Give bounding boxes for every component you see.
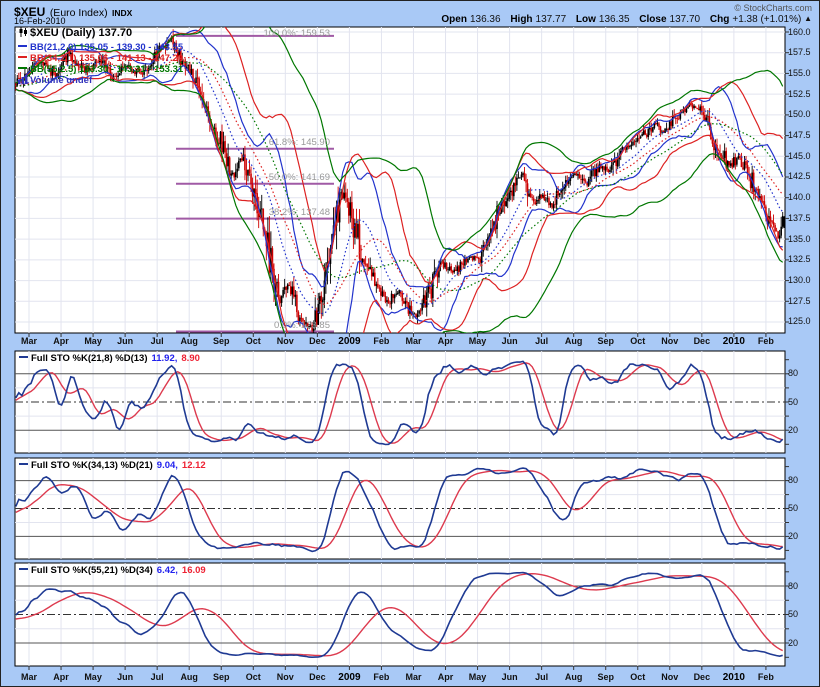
- high-label: High: [510, 14, 532, 25]
- fib-label-100: 100.0%: 159.53: [263, 28, 330, 39]
- stoch-axis-label: 20: [788, 531, 798, 542]
- legend-volume-label: Volume undef: [30, 75, 92, 86]
- line-swatch-icon: [19, 356, 28, 358]
- legend-bb21-label: BB(21,2.0) 135.05 - 139.30 - 143.55: [30, 42, 183, 53]
- y-axis-label: 155.0: [788, 68, 811, 79]
- fib-label-0: 0.0%: 123.85: [274, 320, 330, 331]
- y-axis-label: 130.0: [788, 275, 811, 286]
- low-value: 136.35: [599, 14, 630, 25]
- panel2-name: Full STO %K(34,13) %D(21): [31, 460, 153, 471]
- legend-price-label: $XEU (Daily) 137.70: [30, 27, 132, 39]
- volume-icon: [18, 75, 28, 84]
- legend-item-price: $XEU (Daily) 137.70: [18, 28, 132, 39]
- y-axis-label: 160.0: [788, 27, 811, 38]
- y-axis-label: 150.0: [788, 109, 811, 120]
- stoch-axis-label: 50: [788, 609, 798, 620]
- close-value: 137.70: [670, 14, 701, 25]
- panel1-name: Full STO %K(21,8) %D(13): [31, 353, 148, 364]
- panel1-d-value: 8.90: [181, 353, 200, 364]
- stockcharts-page: $XEU (Euro Index) INDX 16-Feb-2010 © Sto…: [0, 0, 820, 687]
- stoch-axis-label: 80: [788, 475, 798, 486]
- y-axis-label: 142.5: [788, 171, 811, 182]
- quote-bar: Open136.36 High 137.77 Low136.35 Close 137…: [434, 14, 812, 25]
- y-axis-label: 125.0: [788, 316, 811, 327]
- change-value: +1.38 (+1.01%): [732, 14, 801, 25]
- panel1-k-value: 11.92,: [152, 353, 178, 364]
- stoch-axis-label: 50: [788, 503, 798, 514]
- open-label: Open: [441, 14, 467, 25]
- fib-label-38: 38.2%: 137.48: [269, 207, 330, 218]
- y-axis-label: 147.5: [788, 130, 811, 141]
- line-swatch-icon: [18, 56, 27, 58]
- change-label: Chg: [710, 14, 729, 25]
- legend-item-bb34: BB(34,2.1) 135.06 - 141.13 - 147.20: [18, 53, 183, 64]
- open-value: 136.36: [470, 14, 501, 25]
- y-axis-label: 135.0: [788, 234, 811, 245]
- fib-label-50: 50.0%: 141.69: [269, 172, 330, 183]
- chart-date: 16-Feb-2010: [14, 16, 66, 26]
- exchange-tag: INDX: [112, 8, 132, 18]
- legend-bb34-label: BB(34,2.1) 135.06 - 141.13 - 147.20: [30, 53, 183, 64]
- legend-item-volume: Volume undef: [18, 75, 92, 86]
- copyright-link: © StockCharts.com: [734, 3, 812, 13]
- close-label: Close: [639, 14, 666, 25]
- panel2-label: Full STO %K(34,13) %D(21) 9.04, 12.12: [19, 460, 206, 471]
- stoch-axis-label: 80: [788, 368, 798, 379]
- y-axis-label: 137.5: [788, 213, 811, 224]
- low-label: Low: [576, 14, 596, 25]
- legend-item-bb21: BB(21,2.0) 135.05 - 139.30 - 143.55: [18, 42, 183, 53]
- y-axis-label: 127.5: [788, 296, 811, 307]
- y-axis-label: 152.5: [788, 89, 811, 100]
- stoch-axis-label: 50: [788, 397, 798, 408]
- panel3-name: Full STO %K(55,21) %D(34): [31, 565, 153, 576]
- panel1-label: Full STO %K(21,8) %D(13) 11.92,8.90: [19, 353, 200, 364]
- line-swatch-icon: [19, 463, 28, 465]
- high-value: 137.77: [536, 14, 567, 25]
- y-axis-label: 132.5: [788, 254, 811, 265]
- candlestick-icon: [18, 27, 28, 37]
- line-swatch-icon: [18, 45, 27, 47]
- panel2-d-value: 12.12: [182, 460, 206, 471]
- stoch-axis-label: 80: [788, 581, 798, 592]
- stoch-axis-label: 20: [788, 638, 798, 649]
- panel2-k-value: 9.04,: [157, 460, 178, 471]
- x-axis-label: Feb: [744, 336, 788, 347]
- y-axis-label: 140.0: [788, 192, 811, 203]
- legend-item-bb55: BB(55,2.5) 133.30 - 143.31 - 153.31: [18, 64, 183, 75]
- fib-label-61: 61.8%: 145.90: [269, 137, 330, 148]
- stoch-axis-label: 20: [788, 425, 798, 436]
- x-axis-label: Feb: [744, 672, 788, 683]
- line-swatch-icon: [19, 568, 28, 570]
- panel3-k-value: 6.42,: [157, 565, 178, 576]
- y-axis-label: 145.0: [788, 151, 811, 162]
- line-swatch-icon: [18, 67, 27, 69]
- up-arrow-icon: ▲: [804, 14, 812, 23]
- panel3-d-value: 16.09: [182, 565, 206, 576]
- panel3-label: Full STO %K(55,21) %D(34) 6.42, 16.09: [19, 565, 206, 576]
- y-axis-label: 157.5: [788, 47, 811, 58]
- legend-bb55-label: BB(55,2.5) 133.30 - 143.31 - 153.31: [30, 64, 183, 75]
